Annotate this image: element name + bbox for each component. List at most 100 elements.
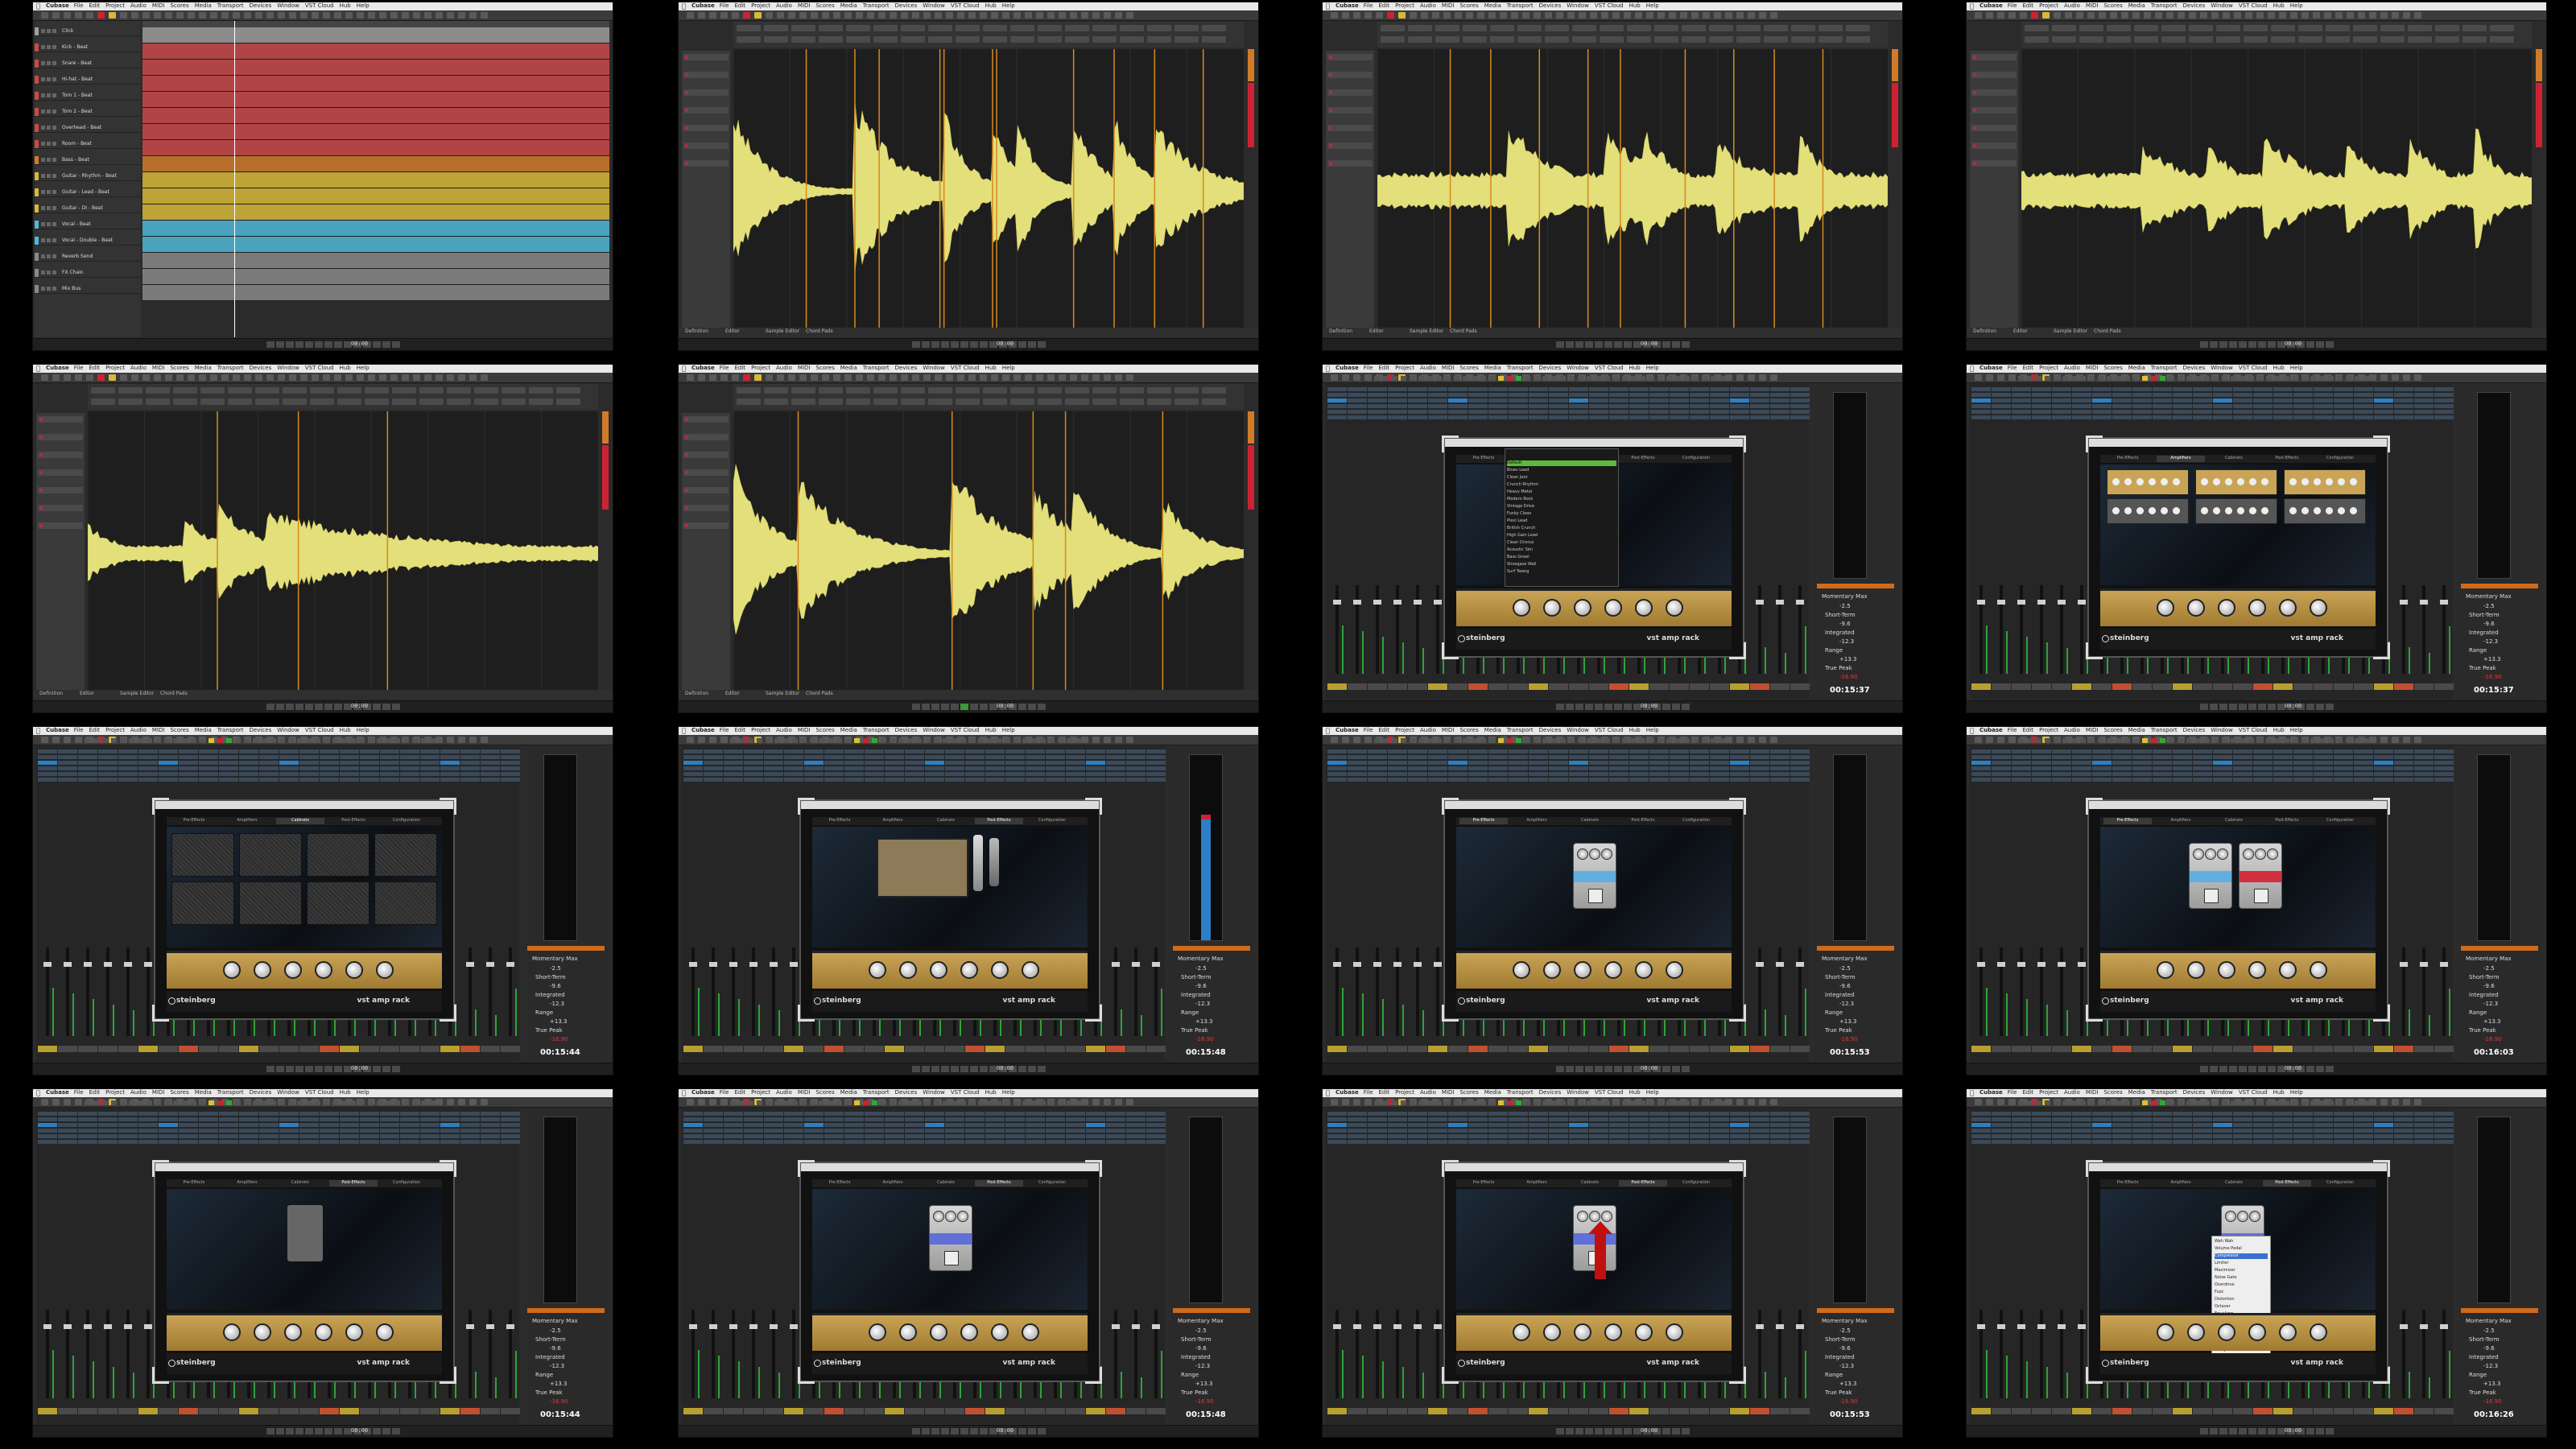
toolbar-field[interactable]	[1490, 25, 1514, 31]
transport-button[interactable]	[2306, 341, 2314, 348]
insert-slot[interactable]	[460, 772, 480, 776]
toolbar-button[interactable]	[709, 12, 716, 19]
preset-item[interactable]: Acoustic Sim	[1507, 547, 1616, 553]
insert-slot[interactable]	[804, 1129, 824, 1133]
mixer-toolbar-button[interactable]	[1613, 738, 1619, 743]
insert-slot[interactable]	[1126, 1117, 1146, 1121]
insert-slot[interactable]	[905, 778, 924, 782]
insert-slot[interactable]	[1609, 393, 1629, 397]
insert-slot[interactable]	[2072, 393, 2091, 397]
mixer-toolbar-button[interactable]	[2204, 738, 2210, 743]
channel-name-label[interactable]	[945, 1408, 964, 1414]
menu-item-project[interactable]: Project	[751, 1089, 770, 1096]
mixer-toolbar-button[interactable]	[2363, 1100, 2369, 1105]
insert-slot[interactable]	[2394, 1129, 2413, 1133]
menu-item-midi[interactable]: MIDI	[2086, 1089, 2099, 1096]
channel-fader[interactable]	[84, 1324, 92, 1329]
insert-slot[interactable]	[1509, 387, 1528, 391]
menu-item-project[interactable]: Project	[2039, 1089, 2058, 1096]
pedal-knob[interactable]	[2217, 848, 2228, 860]
toolbar-field[interactable]	[1202, 398, 1226, 405]
menu-item-vst-cloud[interactable]: VST Cloud	[1595, 365, 1624, 371]
toolbar-field[interactable]	[529, 398, 553, 405]
mixer-toolbar-button[interactable]	[2045, 376, 2050, 381]
toolbar-field[interactable]	[2326, 36, 2350, 43]
plugin-title-bar[interactable]	[2089, 439, 2387, 447]
insert-slot[interactable]	[1408, 387, 1427, 391]
toolbar-field[interactable]	[2435, 25, 2459, 31]
transport-button[interactable]	[324, 1066, 332, 1072]
menu-item-edit[interactable]: Edit	[2023, 2, 2034, 9]
insert-slot[interactable]	[501, 766, 520, 770]
toolbar-button[interactable]	[357, 12, 364, 19]
insert-slot[interactable]	[2012, 415, 2031, 419]
insert-slot[interactable]	[744, 1112, 763, 1116]
toolbar-button[interactable]	[300, 374, 308, 381]
menu-item-hub[interactable]: Hub	[985, 365, 997, 371]
toolbar-button[interactable]	[2008, 374, 2016, 381]
insert-slot[interactable]	[440, 766, 460, 770]
mixer-toolbar-button[interactable]	[1454, 1100, 1459, 1105]
toolbar-field[interactable]	[1654, 25, 1678, 31]
insert-slot[interactable]	[279, 1112, 299, 1116]
mixer-toolbar-button[interactable]	[1075, 738, 1081, 743]
toolbar-field[interactable]	[873, 398, 898, 405]
insert-slot[interactable]	[1992, 1117, 2011, 1121]
insert-slot[interactable]	[1348, 415, 1367, 419]
mixer-toolbar-button[interactable]	[1657, 1100, 1663, 1105]
insert-slot[interactable]	[1770, 778, 1790, 782]
insert-slot[interactable]	[844, 772, 864, 776]
pedal-knob[interactable]	[2243, 848, 2254, 860]
toolbar-field[interactable]	[764, 25, 788, 31]
toolbar-button[interactable]	[1376, 12, 1383, 19]
insert-slot[interactable]	[1549, 778, 1568, 782]
channel-name-label[interactable]	[1529, 683, 1548, 690]
mixer-toolbar-button[interactable]	[2195, 1100, 2201, 1105]
channel-name-label[interactable]	[2374, 683, 2393, 690]
cabinet-model[interactable]	[307, 881, 369, 925]
mixer-toolbar-button[interactable]	[1640, 738, 1645, 743]
mixer-toolbar-button[interactable]	[2186, 376, 2192, 381]
channel-name-label[interactable]	[865, 1046, 884, 1052]
insert-slot[interactable]	[2132, 778, 2152, 782]
toolbar-button[interactable]	[1410, 12, 1417, 19]
channel-name-label[interactable]	[1992, 1408, 2011, 1414]
toolbar-field[interactable]	[118, 398, 142, 405]
insert-slot[interactable]	[945, 761, 964, 765]
channel-name-label[interactable]	[340, 1046, 359, 1052]
insert-slot[interactable]	[1649, 1140, 1669, 1144]
toolbar-button[interactable]	[1013, 12, 1021, 19]
transport-button[interactable]	[1028, 1428, 1036, 1435]
channel-name-label[interactable]	[1509, 683, 1528, 690]
channel-fader[interactable]	[1756, 962, 1764, 967]
mixer-toolbar-button[interactable]	[1472, 1100, 1477, 1105]
mixer-toolbar-button[interactable]	[987, 738, 993, 743]
inspector-section[interactable]	[1971, 72, 2017, 78]
menu-item-file[interactable]: File	[720, 365, 729, 371]
insert-slot[interactable]	[824, 766, 844, 770]
channel-name-label[interactable]	[1790, 1046, 1810, 1052]
toolbar-button[interactable]	[856, 374, 863, 381]
channel-name-label[interactable]	[1448, 1046, 1468, 1052]
insert-slot[interactable]	[985, 766, 1005, 770]
insert-slot[interactable]	[1790, 1140, 1810, 1144]
mixer-toolbar-button[interactable]	[1058, 738, 1063, 743]
insert-slot[interactable]	[724, 755, 743, 759]
insert-slot[interactable]	[1448, 1123, 1468, 1127]
channel-name-label[interactable]	[985, 1408, 1005, 1414]
toolbar-field[interactable]	[928, 25, 952, 31]
menu-item-hub[interactable]: Hub	[1629, 727, 1641, 733]
insert-slot[interactable]	[2012, 398, 2031, 402]
insert-slot[interactable]	[1428, 387, 1447, 391]
mixer-toolbar-button[interactable]	[2346, 738, 2351, 743]
toolbar-button[interactable]	[1126, 1099, 1133, 1105]
channel-fader[interactable]	[486, 962, 494, 967]
toolbar-field[interactable]	[146, 387, 170, 394]
scroll-thumb[interactable]	[602, 445, 609, 510]
insert-slot[interactable]	[2314, 766, 2333, 770]
toolbar-field[interactable]	[737, 25, 761, 31]
toolbar-field[interactable]	[529, 387, 553, 394]
menu-item-audio[interactable]: Audio	[130, 727, 147, 733]
toolbar-field[interactable]	[1202, 25, 1226, 31]
insert-slot[interactable]	[380, 755, 399, 759]
